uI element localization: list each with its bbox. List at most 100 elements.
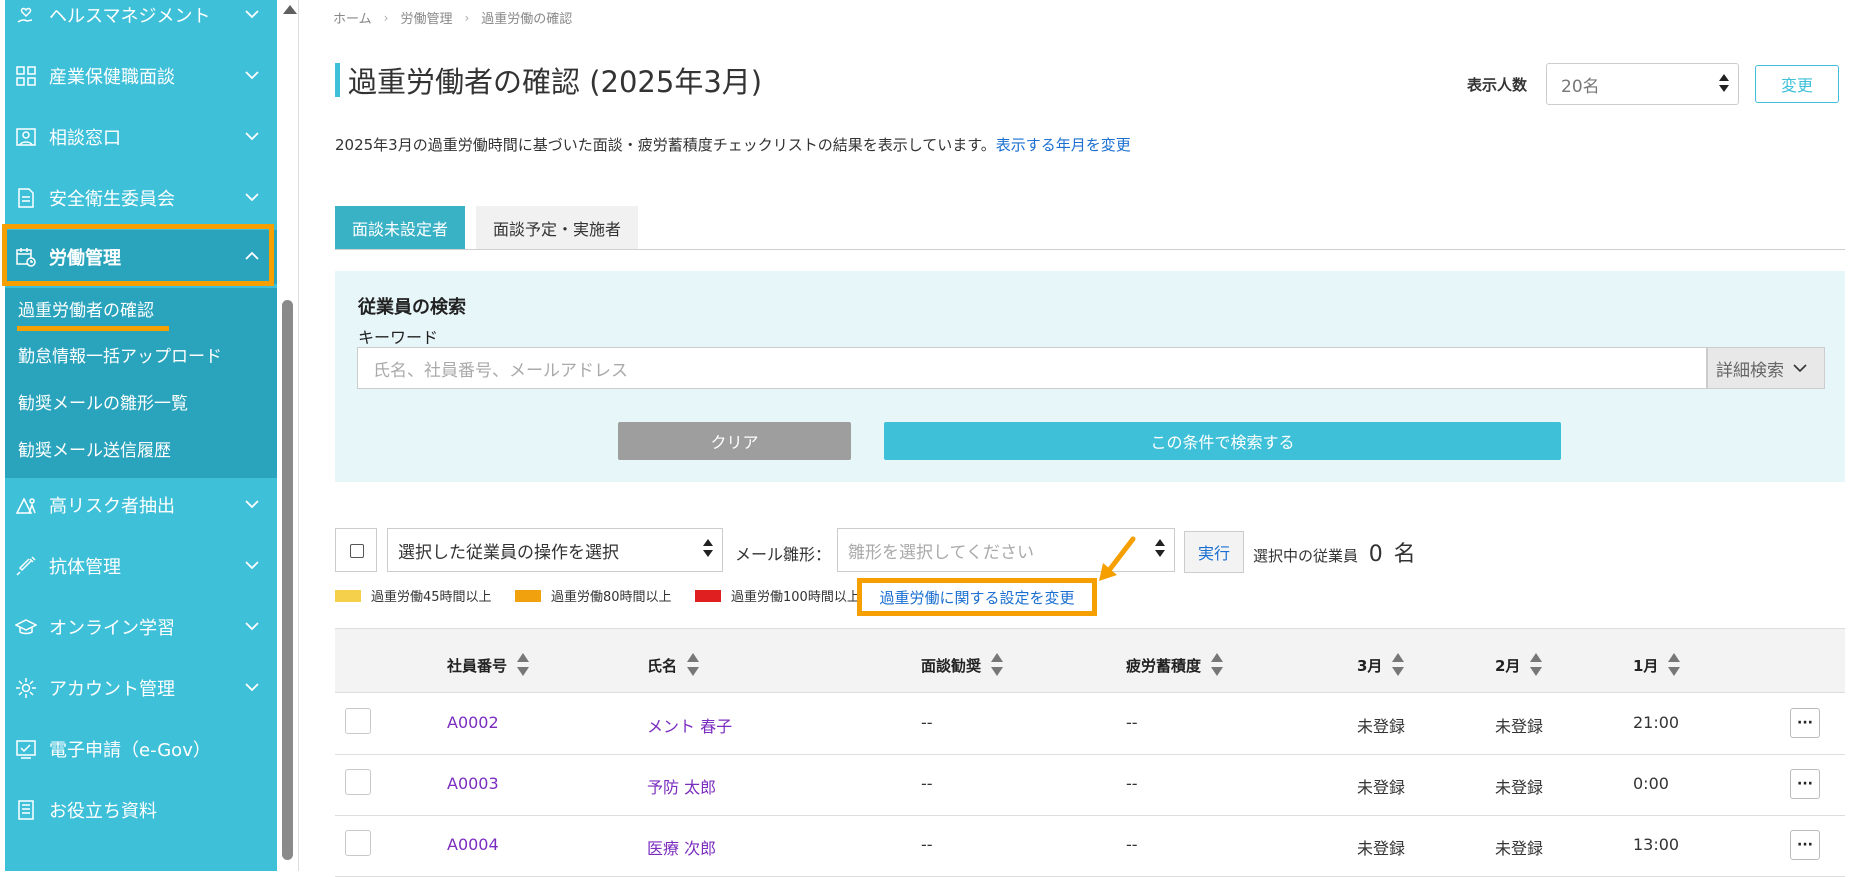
- february-cell: 未登録: [1495, 778, 1544, 797]
- sidebar-item-antibody[interactable]: 抗体管理: [5, 539, 277, 593]
- legend-item-45h: 過重労働45時間以上: [335, 586, 492, 605]
- display-count-select[interactable]: 20名: [1546, 63, 1739, 105]
- selected-count: 選択中の従業員 0 名: [1253, 536, 1416, 568]
- chevron-down-icon: [245, 683, 259, 692]
- breadcrumb-labor[interactable]: 労働管理: [400, 8, 452, 27]
- chevron-down-icon: [245, 500, 259, 509]
- change-button[interactable]: 変更: [1755, 65, 1839, 103]
- interview-cell: --: [921, 774, 933, 793]
- column-header-january[interactable]: 1月: [1633, 651, 1681, 679]
- sort-icon[interactable]: [1530, 651, 1543, 679]
- title-accent-bar: [335, 63, 340, 97]
- sidebar-item-health-management[interactable]: ヘルスマネジメント: [5, 0, 277, 42]
- sidebar: ヘルスマネジメント 産業保健職面談 相談窓口 安全衛生委員会 労働管理 過重労働…: [5, 0, 277, 871]
- document-icon: [13, 187, 39, 209]
- column-header-name[interactable]: 氏名: [647, 651, 700, 679]
- sort-icon[interactable]: [991, 651, 1004, 679]
- row-more-menu-button[interactable]: ···: [1790, 769, 1820, 799]
- legend-item-100h: 過重労働100時間以上: [695, 586, 860, 605]
- employee-name-link[interactable]: 医療 次郎: [647, 835, 716, 859]
- sidebar-item-online-learning[interactable]: オンライン学習: [5, 600, 277, 654]
- selected-count-unit: 名: [1393, 542, 1416, 567]
- sort-icon[interactable]: [687, 651, 700, 679]
- sort-icon[interactable]: [1668, 651, 1681, 679]
- display-count-value: 20名: [1561, 76, 1600, 97]
- employee-id-link[interactable]: A0004: [447, 835, 499, 854]
- advanced-search-button[interactable]: 詳細検索: [1707, 347, 1825, 389]
- submenu-item-overwork-check[interactable]: 過重労働者の確認: [18, 296, 154, 321]
- clear-button[interactable]: クリア: [618, 422, 851, 460]
- column-header-fatigue[interactable]: 疲労蓄積度: [1126, 651, 1224, 679]
- employee-name-link[interactable]: メント 春子: [647, 713, 732, 737]
- mail-template-label: メール雛形：: [735, 545, 832, 564]
- breadcrumb-separator-icon: ›: [464, 10, 470, 25]
- row-checkbox[interactable]: [345, 830, 371, 856]
- column-header-february[interactable]: 2月: [1495, 651, 1543, 679]
- legend-item-80h: 過重労働80時間以上: [515, 586, 672, 605]
- mail-template-placeholder: 雛形を選択してください: [848, 542, 1034, 563]
- description: 2025年3月の過重労働時間に基づいた面談・疲労蓄積度チェックリストの結果を表示…: [335, 134, 1131, 155]
- sidebar-item-label: 抗体管理: [49, 557, 121, 578]
- tab-scheduled[interactable]: 面談予定・実施者: [476, 206, 638, 249]
- sidebar-item-account[interactable]: アカウント管理: [5, 661, 277, 715]
- row-more-menu-button[interactable]: ···: [1790, 708, 1820, 738]
- row-more-menu-button[interactable]: ···: [1790, 830, 1820, 860]
- chevron-down-icon: [245, 622, 259, 631]
- execute-button[interactable]: 実行: [1184, 531, 1244, 573]
- column-header-interview[interactable]: 面談勧奨: [921, 651, 1004, 679]
- sort-icon[interactable]: [1211, 651, 1224, 679]
- breadcrumb-home[interactable]: ホーム: [333, 8, 372, 27]
- search-submit-button[interactable]: この条件で検索する: [884, 422, 1561, 460]
- overwork-settings-link[interactable]: 過重労働に関する設定を変更: [879, 587, 1074, 608]
- chevron-down-icon: [245, 193, 259, 202]
- legend-label: 過重労働100時間以上: [731, 590, 860, 605]
- bulk-action-value: 選択した従業員の操作を選択: [398, 542, 619, 563]
- column-label: 2月: [1495, 656, 1521, 675]
- bulk-action-select[interactable]: 選択した従業員の操作を選択: [387, 528, 723, 572]
- employee-id-link[interactable]: A0003: [447, 774, 499, 793]
- tab-unscheduled[interactable]: 面談未設定者: [335, 206, 465, 249]
- submenu-item-mail-templates[interactable]: 勧奨メールの雛形一覧: [18, 389, 188, 414]
- legend-swatch-orange: [515, 589, 541, 602]
- chevron-down-icon: [245, 10, 259, 19]
- change-month-link[interactable]: 表示する年月を変更: [996, 136, 1131, 154]
- select-arrows-icon: [703, 539, 713, 559]
- scrollbar-thumb[interactable]: [282, 300, 293, 860]
- row-checkbox[interactable]: [345, 769, 371, 795]
- march-cell: 未登録: [1357, 839, 1406, 858]
- select-all-checkbox[interactable]: [335, 528, 377, 572]
- sidebar-item-egov[interactable]: 電子申請（e-Gov）: [5, 722, 277, 776]
- chevron-down-icon: [245, 71, 259, 80]
- february-cell: 未登録: [1495, 839, 1544, 858]
- sidebar-item-safety-committee[interactable]: 安全衛生委員会: [5, 171, 277, 225]
- sort-icon[interactable]: [1392, 651, 1405, 679]
- chevron-down-icon: [245, 132, 259, 141]
- column-header-employee-id[interactable]: 社員番号: [447, 651, 530, 679]
- gear-icon: [13, 677, 39, 699]
- row-checkbox[interactable]: [345, 708, 371, 734]
- employee-id-link[interactable]: A0002: [447, 713, 499, 732]
- employee-name-link[interactable]: 予防 太郎: [647, 774, 716, 798]
- search-title: 従業員の検索: [358, 297, 466, 318]
- column-label: 1月: [1633, 656, 1659, 675]
- sidebar-item-high-risk[interactable]: 高リスク者抽出: [5, 478, 277, 532]
- fatigue-cell: --: [1126, 774, 1138, 793]
- january-cell: 21:00: [1633, 713, 1680, 732]
- sort-icon[interactable]: [517, 651, 530, 679]
- sidebar-item-occupational-interview[interactable]: 産業保健職面談: [5, 49, 277, 103]
- annotation-arrow-icon: [1099, 536, 1136, 581]
- tab-divider: [335, 249, 1845, 250]
- table-row: A0003 予防 太郎 -- -- 未登録 未登録 0:00 ···: [335, 754, 1845, 816]
- scroll-up-arrow-icon[interactable]: [283, 5, 297, 14]
- keyword-input[interactable]: 氏名、社員番号、メールアドレス: [357, 347, 1707, 389]
- breadcrumb: ホーム › 労働管理 › 過重労働の確認: [333, 8, 572, 28]
- table-row: A0002 メント 春子 -- -- 未登録 未登録 21:00 ···: [335, 693, 1845, 755]
- sidebar-item-label: 高リスク者抽出: [49, 496, 175, 517]
- column-header-march[interactable]: 3月: [1357, 651, 1405, 679]
- sidebar-item-label: オンライン学習: [49, 618, 175, 639]
- sidebar-item-resources[interactable]: お役立ち資料: [5, 783, 277, 837]
- sidebar-item-consultation[interactable]: 相談窓口: [5, 110, 277, 164]
- submenu-item-mail-history[interactable]: 勧奨メール送信履歴: [18, 436, 171, 461]
- march-cell: 未登録: [1357, 717, 1406, 736]
- submenu-item-attendance-upload[interactable]: 勤怠情報一括アップロード: [18, 342, 222, 367]
